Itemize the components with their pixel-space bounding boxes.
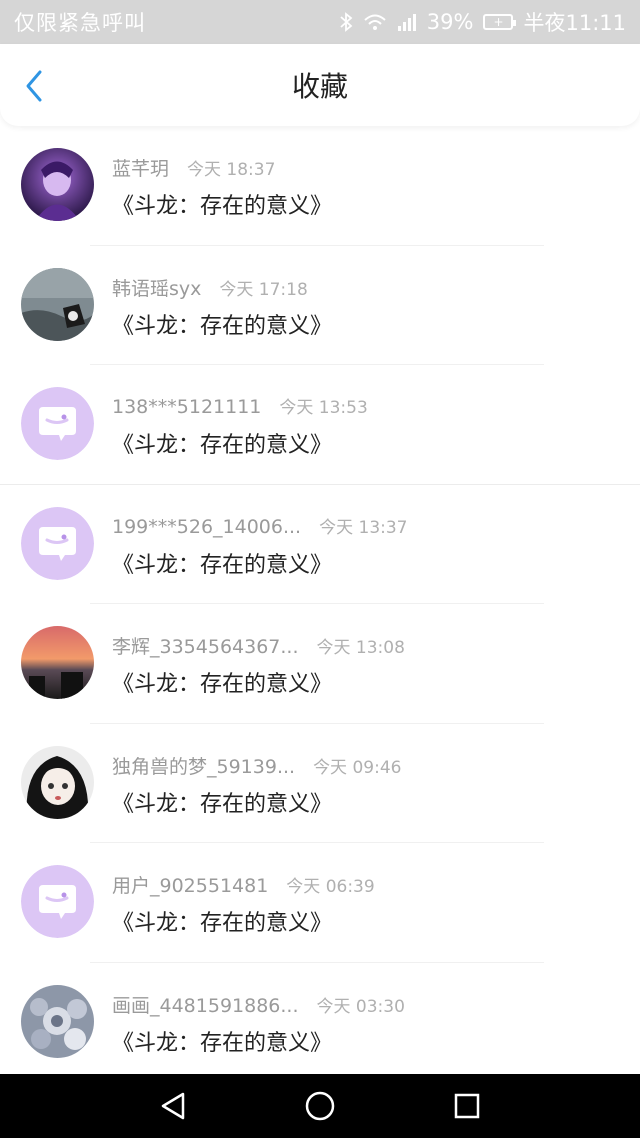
avatar[interactable]	[21, 865, 94, 938]
user-name: 独角兽的梦_59139...	[112, 755, 296, 778]
carrier-text: 仅限紧急呼叫	[14, 11, 146, 35]
user-name: 李辉_3354564367...	[112, 636, 299, 658]
avatar[interactable]	[21, 506, 94, 580]
default-chat-icon	[21, 387, 94, 460]
system-nav-bar	[0, 1074, 640, 1138]
list-item[interactable]: 138***5121111 今天 13:53 《斗龙：存在的意义》	[0, 365, 640, 485]
recents-square-icon	[454, 1093, 479, 1119]
signal-icon	[397, 13, 417, 31]
user-name: 138***5121111	[112, 396, 262, 418]
user-name: 199***526_14006...	[112, 515, 302, 538]
battery-icon: +	[483, 14, 517, 30]
app-header: 收藏	[0, 44, 640, 126]
nav-back-button[interactable]	[153, 1086, 193, 1126]
default-chat-icon	[21, 865, 94, 938]
wifi-icon	[363, 13, 387, 31]
battery-percent: 39%	[426, 10, 474, 34]
default-chat-icon	[21, 506, 94, 580]
back-button[interactable]	[18, 68, 50, 104]
avatar[interactable]	[21, 984, 94, 1058]
timestamp: 今天 17:18	[219, 279, 308, 300]
home-circle-icon	[305, 1091, 335, 1121]
avatar[interactable]	[21, 267, 94, 341]
avatar[interactable]	[21, 387, 94, 460]
status-icons: 39% + 半夜11:11	[339, 7, 626, 37]
status-bar: 仅限紧急呼叫 39% + 半夜11:11	[0, 0, 640, 44]
favorite-title: 《斗龙：存在的意义》	[112, 194, 333, 219]
favorite-title: 《斗龙：存在的意义》	[112, 552, 333, 578]
bluetooth-icon	[339, 12, 353, 32]
clock-text: 半夜11:11	[523, 11, 626, 35]
nav-home-button[interactable]	[300, 1086, 340, 1126]
timestamp: 今天 03:30	[316, 996, 405, 1017]
timestamp: 今天 06:39	[286, 877, 375, 897]
user-name: 用户_902551481	[112, 875, 269, 897]
list-item[interactable]: 李辉_3354564367... 今天 13:08 《斗龙：存在的意义》	[0, 604, 640, 724]
list-item[interactable]: 独角兽的梦_59139... 今天 09:46 《斗龙：存在的意义》	[0, 724, 640, 843]
favorite-title: 《斗龙：存在的意义》	[112, 313, 333, 339]
user-name: 韩语瑶syx	[112, 277, 202, 300]
list-item[interactable]: 韩语瑶syx 今天 17:18 《斗龙：存在的意义》	[0, 246, 640, 365]
timestamp: 今天 13:53	[279, 398, 368, 418]
list-item[interactable]: 蓝芊玥 今天 18:37 《斗龙：存在的意义》	[0, 126, 640, 246]
favorite-title: 《斗龙：存在的意义》	[112, 791, 333, 817]
list-item[interactable]: 199***526_14006... 今天 13:37 《斗龙：存在的意义》	[0, 485, 640, 604]
favorites-list: 蓝芊玥 今天 18:37 《斗龙：存在的意义》 韩语瑶syx 今天 17:18 《斗…	[0, 126, 640, 1082]
timestamp: 今天 18:37	[187, 160, 276, 180]
back-triangle-icon	[162, 1092, 185, 1120]
timestamp: 今天 09:46	[313, 757, 402, 778]
favorite-title: 《斗龙：存在的意义》	[112, 672, 333, 697]
favorite-title: 《斗龙：存在的意义》	[112, 911, 333, 936]
user-name: 画画_4481591886...	[112, 994, 299, 1017]
avatar[interactable]	[21, 745, 94, 819]
timestamp: 今天 13:08	[316, 638, 405, 658]
avatar[interactable]	[21, 626, 94, 699]
page-title: 收藏	[291, 70, 348, 103]
list-item[interactable]: 画画_4481591886... 今天 03:30 《斗龙：存在的意义》	[0, 963, 640, 1083]
user-name: 蓝芊玥	[112, 158, 170, 180]
timestamp: 今天 13:37	[319, 517, 408, 538]
nav-recents-button[interactable]	[447, 1086, 487, 1126]
favorite-title: 《斗龙：存在的意义》	[112, 1030, 333, 1056]
list-item[interactable]: 用户_902551481 今天 06:39 《斗龙：存在的意义》	[0, 843, 640, 963]
avatar[interactable]	[21, 148, 94, 221]
chevron-left-icon	[26, 70, 42, 102]
favorite-title: 《斗龙：存在的意义》	[112, 433, 333, 458]
